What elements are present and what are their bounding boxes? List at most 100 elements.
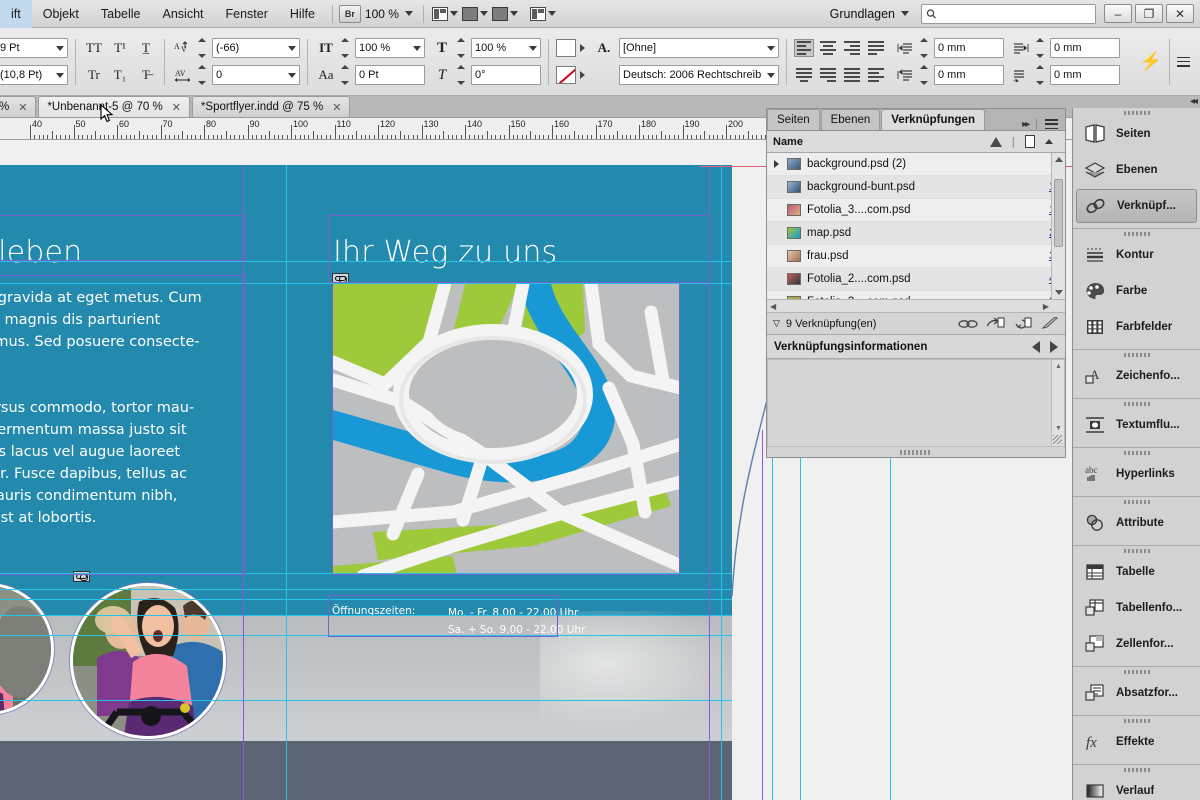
dock-group-grip[interactable] xyxy=(1073,350,1200,359)
tracking-field[interactable]: 0 xyxy=(212,65,300,85)
quick-apply-icon[interactable]: ⚡ xyxy=(1140,51,1162,72)
status-disclosure-icon[interactable]: ▽ xyxy=(773,318,780,329)
justify-last-center-button[interactable] xyxy=(794,66,814,84)
document-page[interactable]: eit erleben n mi porta gravida at eget m… xyxy=(0,165,732,800)
tracking-stepper[interactable] xyxy=(198,65,208,85)
view-options-button[interactable] xyxy=(460,4,490,24)
dock-button-farbe[interactable]: Farbe xyxy=(1076,274,1197,308)
dock-group-grip[interactable] xyxy=(1073,765,1200,774)
close-icon[interactable]: ✕ xyxy=(18,101,27,114)
panel-tab-verknuepfungen[interactable]: Verknüpfungen xyxy=(881,109,985,130)
relink-icon[interactable] xyxy=(958,318,978,330)
dock-button-tabellenfo[interactable]: Tabellenfo... xyxy=(1076,591,1197,625)
guide-horizontal-8[interactable] xyxy=(0,700,732,701)
stroke-swatch-none[interactable] xyxy=(556,66,576,84)
links-panel[interactable]: Seiten Ebenen Verknüpfungen ▸▸ | Name | … xyxy=(766,108,1066,458)
minimize-button[interactable]: – xyxy=(1104,4,1132,23)
dock-button-verlauf[interactable]: Verlauf xyxy=(1076,774,1197,800)
dock-button-verknpf[interactable]: Verknüpf... xyxy=(1076,189,1197,223)
dock-group-grip[interactable] xyxy=(1073,546,1200,555)
align-spine-button[interactable] xyxy=(866,66,886,84)
last-line-indent-stepper[interactable] xyxy=(1036,65,1046,85)
baseline-shift-stepper[interactable] xyxy=(341,65,351,85)
horizontal-scale-field[interactable]: 100 % xyxy=(471,38,541,58)
link-info-scrollbar[interactable]: ▲ ▼ xyxy=(1051,360,1064,446)
guide-vertical-1[interactable] xyxy=(286,165,287,800)
style-field[interactable]: [Ohne] xyxy=(619,38,779,58)
workspace-label[interactable]: Grundlagen xyxy=(824,7,901,21)
collapse-panel-icon[interactable]: ▸▸ xyxy=(1022,119,1030,130)
goto-link-icon[interactable] xyxy=(987,317,1005,330)
dock-group-grip[interactable] xyxy=(1073,229,1200,238)
panel-menu-icon[interactable] xyxy=(1045,119,1058,129)
link-row[interactable]: Fotolia_3....com.psd5 xyxy=(767,291,1065,299)
guide-vertical-pb-3[interactable] xyxy=(890,430,891,800)
left-indent-stepper[interactable] xyxy=(920,38,930,58)
circle-photo-left[interactable] xyxy=(0,583,54,715)
dock-button-effekte[interactable]: fx Effekte xyxy=(1076,725,1197,759)
guide-vertical-2[interactable] xyxy=(721,165,722,800)
close-icon[interactable]: ✕ xyxy=(332,101,341,114)
scroll-up-icon[interactable]: ▲ xyxy=(1055,363,1062,370)
scroll-up-icon[interactable] xyxy=(1055,157,1063,162)
dock-group-grip[interactable] xyxy=(1073,399,1200,408)
disclosure-triangle-icon[interactable] xyxy=(771,159,781,169)
page-number-column-icon[interactable] xyxy=(1025,135,1035,148)
search-box[interactable] xyxy=(921,3,1096,24)
menu-item-ansicht[interactable]: Ansicht xyxy=(152,0,215,28)
underline-button[interactable]: T̲ xyxy=(135,38,157,58)
panel-tab-seiten[interactable]: Seiten xyxy=(767,109,820,130)
link-row[interactable]: map.psd2 xyxy=(767,222,1065,245)
links-list-scrollbar[interactable] xyxy=(1051,153,1065,299)
all-caps-button[interactable]: TT xyxy=(83,38,105,58)
dock-button-tabelle[interactable]: Tabelle xyxy=(1076,555,1197,589)
text-frame-headline-left[interactable] xyxy=(0,215,246,261)
strikethrough-button[interactable]: T̶ xyxy=(135,65,157,85)
baseline-shift-field[interactable]: 0 Pt xyxy=(355,65,425,85)
document-tab-partial[interactable]: % ✕ xyxy=(0,96,37,117)
arrange-documents-button[interactable] xyxy=(490,4,520,24)
update-link-icon[interactable] xyxy=(1014,317,1032,330)
maximize-button[interactable]: ❐ xyxy=(1135,4,1163,23)
text-frame-headline-right[interactable] xyxy=(328,215,710,283)
align-left-button[interactable] xyxy=(794,39,814,57)
menu-item-tabelle[interactable]: Tabelle xyxy=(90,0,152,28)
dock-button-seiten[interactable]: Seiten xyxy=(1076,117,1197,151)
horizontal-scale-stepper[interactable] xyxy=(457,38,467,58)
dock-button-absatzfor[interactable]: Absatzfor... xyxy=(1076,676,1197,710)
dock-button-ebenen[interactable]: Ebenen xyxy=(1076,153,1197,187)
link-row[interactable]: Fotolia_2....com.psd4 xyxy=(767,268,1065,291)
first-line-indent-field[interactable]: 0 mm xyxy=(934,65,1004,85)
dock-button-textumflu[interactable]: Textumflu... xyxy=(1076,408,1197,442)
dock-group-grip[interactable] xyxy=(1073,108,1200,117)
dock-button-attribute[interactable]: Attribute xyxy=(1076,506,1197,540)
document-tab-unbenannt[interactable]: *Unbenannt-5 @ 70 % ✕ xyxy=(38,96,190,117)
kerning-field[interactable]: (-66) xyxy=(212,38,300,58)
justify-last-left-button[interactable] xyxy=(866,39,886,57)
scroll-down-icon[interactable] xyxy=(1055,290,1063,295)
superscript-button[interactable]: T¹ xyxy=(109,38,131,58)
text-frame-hours[interactable] xyxy=(328,595,558,637)
first-line-indent-stepper[interactable] xyxy=(920,65,930,85)
link-row[interactable]: background-bunt.psd1 xyxy=(767,176,1065,199)
dock-group-grip[interactable] xyxy=(1073,448,1200,457)
justify-all-button[interactable] xyxy=(842,66,862,84)
fill-swatch[interactable] xyxy=(556,39,576,57)
previous-link-icon[interactable] xyxy=(1032,340,1040,353)
map-image-frame[interactable] xyxy=(332,283,680,575)
close-button[interactable]: ✕ xyxy=(1166,4,1194,23)
dock-button-hyperlinks[interactable]: abc Hyperlinks xyxy=(1076,457,1197,491)
font-size-field[interactable]: 9 Pt xyxy=(0,38,68,58)
next-link-icon[interactable] xyxy=(1050,340,1058,353)
kerning-stepper[interactable] xyxy=(198,38,208,58)
close-icon[interactable]: ✕ xyxy=(172,101,181,114)
leading-field[interactable]: (10,8 Pt) xyxy=(0,65,68,85)
right-indent-stepper[interactable] xyxy=(1036,38,1046,58)
menu-item-schrift[interactable]: ift xyxy=(0,0,32,28)
text-frame-body-left[interactable] xyxy=(0,275,246,575)
warning-icon[interactable] xyxy=(989,136,1002,147)
dock-button-zeichenfo[interactable]: A Zeichenfo... xyxy=(1076,359,1197,393)
vertical-scale-stepper[interactable] xyxy=(341,38,351,58)
language-field[interactable]: Deutsch: 2006 Rechtschreib xyxy=(619,65,779,85)
zoom-level-control[interactable]: 100 % xyxy=(361,7,417,21)
